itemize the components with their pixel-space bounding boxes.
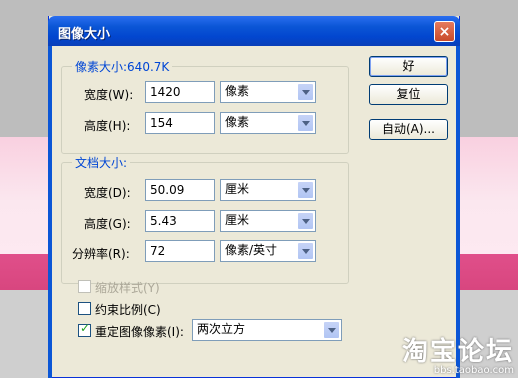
doc-width-label: 宽度(D): [84, 186, 131, 200]
pixel-width-input[interactable]: 1420 [145, 81, 215, 103]
resolution-unit-select[interactable]: 像素/英寸 [220, 240, 316, 262]
close-icon: × [438, 24, 451, 40]
doc-width-input[interactable]: 50.09 [145, 179, 215, 201]
resample-method-select[interactable]: 两次立方 [192, 319, 342, 341]
chevron-down-icon[interactable] [323, 321, 340, 339]
pixel-height-unit-select[interactable]: 像素 [220, 112, 316, 134]
constrain-proportions-label: 约束比例(C) [95, 303, 161, 317]
chevron-down-icon[interactable] [297, 242, 314, 260]
ok-button[interactable]: 好 [369, 56, 448, 77]
chevron-down-icon[interactable] [297, 181, 314, 199]
pixel-height-input[interactable]: 154 [145, 112, 215, 134]
resolution-label: 分辨率(R): [72, 247, 130, 261]
constrain-proportions-checkbox[interactable] [78, 302, 91, 315]
pixel-width-label: 宽度(W): [84, 88, 134, 102]
pixel-dimensions-legend: 像素大小:640.7K [72, 58, 173, 75]
chevron-down-icon[interactable] [297, 114, 314, 132]
watermark-logo: 淘宝论坛 [401, 337, 514, 367]
doc-height-input[interactable]: 5.43 [145, 210, 215, 232]
pixel-width-unit-value: 像素 [225, 84, 250, 98]
resolution-input[interactable]: 72 [145, 240, 215, 262]
doc-width-unit-value: 厘米 [225, 182, 250, 196]
watermark: 淘宝论坛 bbs.taobao.com [402, 331, 514, 376]
pixel-dimensions-group: 像素大小:640.7K [61, 58, 349, 154]
reset-button[interactable]: 复位 [369, 84, 448, 105]
auto-button[interactable]: 自动(A)... [369, 119, 448, 140]
doc-height-label: 高度(G): [84, 217, 131, 231]
doc-width-unit-select[interactable]: 厘米 [220, 179, 316, 201]
pixel-height-unit-value: 像素 [225, 115, 250, 129]
scale-styles-checkbox[interactable] [78, 280, 91, 293]
resample-method-value: 两次立方 [197, 322, 246, 336]
chevron-down-icon[interactable] [297, 212, 314, 230]
image-size-dialog: 图像大小 × 像素大小:640.7K 宽度(W): 1420 像素 高度(H):… [48, 16, 460, 378]
dialog-border-left [48, 46, 52, 378]
doc-height-unit-select[interactable]: 厘米 [220, 210, 316, 232]
scale-styles-label: 缩放样式(Y) [95, 281, 160, 295]
chevron-down-icon[interactable] [297, 83, 314, 101]
document-size-legend: 文档大小: [72, 154, 131, 171]
doc-height-unit-value: 厘米 [225, 213, 250, 227]
pixel-height-label: 高度(H): [84, 119, 131, 133]
close-button[interactable]: × [434, 21, 455, 42]
checkmark-icon: ✓ [80, 321, 91, 335]
resample-label: 重定图像像素(I): [95, 325, 184, 339]
resample-checkbox[interactable]: ✓ [78, 321, 91, 337]
dialog-title: 图像大小 [58, 27, 111, 42]
resolution-unit-value: 像素/英寸 [225, 243, 278, 257]
pixel-width-unit-select[interactable]: 像素 [220, 81, 316, 103]
dialog-border-right [456, 46, 460, 378]
dialog-titlebar[interactable]: 图像大小 × [48, 16, 460, 46]
